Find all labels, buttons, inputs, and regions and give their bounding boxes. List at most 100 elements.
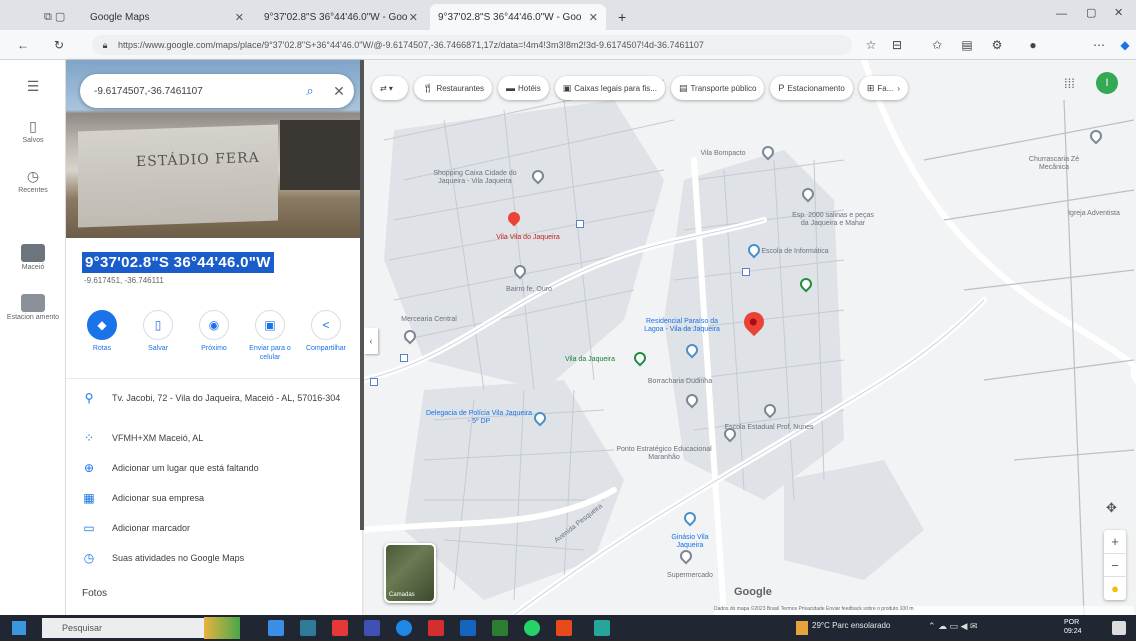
browser-tab-google-maps[interactable]: Google Maps ✕: [82, 4, 252, 30]
notifications-icon[interactable]: [1112, 621, 1126, 635]
app-icon[interactable]: [460, 620, 476, 636]
add-missing-place-row[interactable]: ⊕ Adicionar um lugar que está faltando: [66, 462, 362, 474]
nearby-button[interactable]: ◉ Próximo: [188, 310, 240, 353]
transit-stop-icon[interactable]: [576, 220, 584, 228]
maps-activity-row[interactable]: ◷ Suas atividades no Google Maps: [66, 552, 362, 564]
close-icon[interactable]: ✕: [589, 11, 598, 24]
maximize-icon[interactable]: ▢: [1086, 6, 1096, 19]
place-label[interactable]: Supermercado: [660, 572, 720, 580]
chip-translate[interactable]: ⇄ ▾: [372, 76, 408, 100]
tab-title: 9°37'02.8"S 36°44'46.0"W - Goo: [264, 11, 408, 23]
app-icon[interactable]: [332, 620, 348, 636]
recent-place-parking[interactable]: Estacion amento: [0, 294, 66, 321]
browser-tab-coords-1[interactable]: 9°37'02.8"S 36°44'46.0"W - Goo ✕: [256, 4, 426, 30]
zoom-out-button[interactable]: −: [1104, 553, 1126, 576]
saved-button[interactable]: ▯ Salvos: [0, 118, 66, 144]
clock[interactable]: POR 09:24: [1064, 618, 1082, 636]
transit-stop-icon[interactable]: [370, 378, 378, 386]
chip-hotels[interactable]: ▬ Hotéis: [498, 76, 549, 100]
tab-actions-button[interactable]: ⧉ ▢: [36, 4, 76, 30]
share-button[interactable]: < Compartilhar: [300, 310, 352, 353]
pegman-icon[interactable]: ●: [1104, 576, 1126, 599]
place-label[interactable]: Delegacia de Polícia Vila Jaqueira - 5º …: [424, 410, 534, 426]
copilot-icon[interactable]: ◆: [1116, 36, 1134, 54]
search-icon[interactable]: ⌕: [296, 83, 324, 99]
app-icon[interactable]: [594, 620, 610, 636]
place-label[interactable]: Ponto Estratégico Educacional Maranhão: [614, 446, 714, 462]
collapse-panel-button[interactable]: ‹: [364, 328, 378, 354]
app-icon[interactable]: [492, 620, 508, 636]
whatsapp-icon[interactable]: [524, 620, 540, 636]
transit-stop-icon[interactable]: [400, 354, 408, 362]
place-label[interactable]: Escola de Informática: [760, 248, 830, 256]
favorites-icon[interactable]: ✩: [928, 36, 946, 54]
menu-button[interactable]: ☰: [0, 78, 66, 97]
save-button[interactable]: ▯ Salvar: [132, 310, 184, 353]
chip-atm[interactable]: ▣ Caixas legais para fis...: [554, 76, 665, 100]
place-label[interactable]: Borracharia Dudinha: [640, 378, 720, 386]
task-view-icon[interactable]: [268, 620, 284, 636]
chip-restaurants[interactable]: 🍴︎ Restaurantes: [414, 76, 493, 100]
place-label[interactable]: Mercearia Central: [394, 316, 464, 324]
avatar[interactable]: I: [1096, 72, 1118, 94]
place-label[interactable]: Vila da Jaqueira: [550, 356, 630, 364]
directions-button[interactable]: ◆ Rotas: [76, 310, 128, 353]
new-tab-button[interactable]: +: [610, 4, 634, 30]
plus-code-row[interactable]: ⁘ VFMH+XM Maceió, AL: [66, 432, 362, 444]
transit-stop-icon[interactable]: [742, 268, 750, 276]
split-screen-icon[interactable]: ⊟: [888, 36, 906, 54]
close-icon[interactable]: ✕: [235, 11, 244, 24]
place-label[interactable]: Shopping Caixa Cidade do Jaqueira - Vila…: [420, 170, 530, 186]
chip-transit[interactable]: ▤ Transporte público: [670, 76, 765, 100]
windows-taskbar: Pesquisar 29°C Parc ensolarado ⌃ ☁ ▭ ◀ ✉…: [0, 615, 1136, 641]
place-label[interactable]: Esp. 2000 salinas e peças da Jaqueira e …: [788, 212, 878, 228]
chip-pharmacy[interactable]: ⊞ Fa... ›: [858, 76, 909, 100]
apps-grid-icon[interactable]: ⁞⁞⁞: [1064, 76, 1075, 91]
place-label[interactable]: Residencial Paraíso da Lagoa - Vila da J…: [642, 318, 722, 334]
place-label[interactable]: Churrascaria Zé Mecânica: [1014, 156, 1094, 172]
restaurant-icon: 🍴︎: [422, 82, 434, 93]
add-label-row[interactable]: ▭ Adicionar marcador: [66, 522, 362, 534]
edge-icon[interactable]: [396, 620, 412, 636]
windows-start-icon[interactable]: [12, 621, 26, 635]
compass-icon[interactable]: ✥: [1106, 500, 1117, 516]
place-label[interactable]: Bairro fe, Ouro: [494, 286, 564, 294]
minimize-icon[interactable]: —: [1056, 8, 1067, 20]
map-canvas[interactable]: ⇄ ▾ 🍴︎ Restaurantes ▬ Hotéis ▣ Caixas legai…: [364, 60, 1136, 615]
app-icon[interactable]: [428, 620, 444, 636]
layers-button[interactable]: Camadas: [384, 543, 436, 603]
recent-place-maceio[interactable]: Maceió: [0, 244, 66, 271]
map-attribution[interactable]: Dados do mapa ©2023 Brasil Termos Privac…: [714, 606, 1134, 615]
add-business-row[interactable]: ▦ Adicionar sua empresa: [66, 492, 362, 504]
refresh-icon[interactable]: ↻: [50, 36, 68, 54]
profile-icon[interactable]: ●: [1024, 36, 1042, 54]
zoom-in-button[interactable]: +: [1104, 530, 1126, 553]
send-to-phone-button[interactable]: ▣ Enviar para o celular: [244, 310, 296, 362]
collections-icon[interactable]: ▤: [958, 36, 976, 54]
close-window-icon[interactable]: ✕: [1114, 6, 1123, 19]
extensions-icon[interactable]: ⚙: [988, 36, 1006, 54]
url-field[interactable]: https://www.google.com/maps/place/9°37'0…: [92, 35, 852, 55]
place-label[interactable]: Ginásio Vila Jaqueira: [660, 534, 720, 550]
place-label[interactable]: Igreja Adventista: [1054, 210, 1134, 218]
address-row[interactable]: ⚲ Tv. Jacobi, 72 - Vila do Jaqueira, Mace…: [66, 392, 362, 404]
more-icon[interactable]: ⋯: [1090, 36, 1108, 54]
weather-icon[interactable]: [796, 621, 808, 635]
tray-icons[interactable]: ⌃ ☁ ▭ ◀ ✉: [928, 621, 978, 632]
search-box[interactable]: -9.6174507,-36.7461107 ⌕ ✕: [80, 74, 354, 108]
app-icon[interactable]: [300, 620, 316, 636]
browser-tab-coords-2[interactable]: 9°37'02.8"S 36°44'46.0"W - Goo ✕: [430, 4, 606, 30]
close-icon[interactable]: ✕: [409, 11, 418, 24]
place-label[interactable]: Escola Estadual Prof. Nunes: [724, 424, 814, 432]
recents-button[interactable]: ◷ Recentes: [0, 168, 66, 194]
app-icon[interactable]: [364, 620, 380, 636]
chip-parking[interactable]: P Estacionamento: [770, 76, 853, 100]
place-label[interactable]: Vila Vila do Jaqueira: [488, 234, 568, 242]
tray-weather[interactable]: 29°C Parc ensolarado: [812, 621, 890, 630]
app-icon[interactable]: [556, 620, 572, 636]
star-icon[interactable]: ☆: [862, 36, 880, 54]
close-icon[interactable]: ✕: [324, 83, 354, 100]
place-label[interactable]: Vila Bompacto: [688, 150, 758, 158]
back-icon[interactable]: ←: [14, 36, 32, 54]
search-input[interactable]: -9.6174507,-36.7461107: [94, 86, 296, 97]
